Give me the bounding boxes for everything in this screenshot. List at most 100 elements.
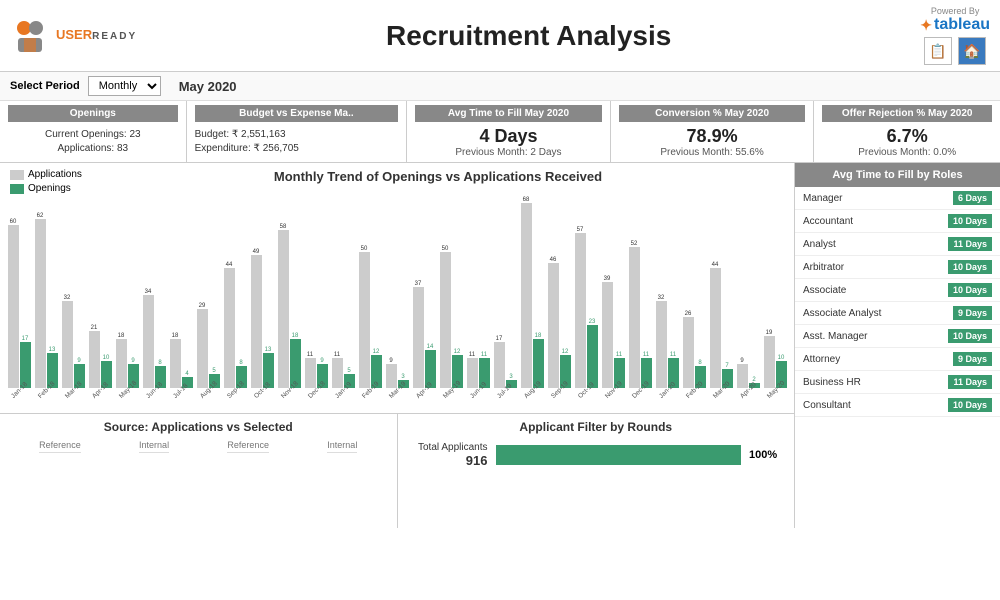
page-title: Recruitment Analysis — [137, 20, 920, 52]
left-panel: Applications Openings Monthly Trend of O… — [0, 163, 795, 528]
bar-group: 44 8 Sep-18 — [222, 262, 248, 388]
legend-apps-box — [10, 170, 24, 180]
col-int1: Internal — [139, 440, 169, 453]
applicant-label: Total Applicants 916 — [408, 442, 488, 468]
bar-group: 26 8 Feb-20 — [681, 311, 707, 388]
role-row: Manager 6 Days — [795, 187, 1000, 210]
bar-group: 60 17 Jan-18 — [6, 219, 32, 388]
kpi-offer-rejection-title: Offer Rejection % May 2020 — [822, 105, 992, 122]
bar-group: 17 3 Jul-19 — [492, 336, 518, 388]
kpi-budget: Budget vs Expense Ma.. Budget: ₹ 2,551,1… — [187, 101, 408, 162]
header: USERREADY Recruitment Analysis Powered B… — [0, 0, 1000, 72]
home-icon[interactable]: 🏠 — [958, 37, 986, 65]
role-row: Attorney 9 Days — [795, 348, 1000, 371]
role-row: Consultant 10 Days — [795, 394, 1000, 417]
kpi-budget-val1: Budget: ₹ 2,551,163 — [195, 126, 399, 143]
powered-by-label: Powered By — [920, 6, 990, 16]
kpi-row: Openings Current Openings: 23 Applicatio… — [0, 101, 1000, 163]
role-row: Arbitrator 10 Days — [795, 256, 1000, 279]
bar-group: 49 13 Oct-18 — [249, 249, 275, 388]
chart-header: Applications Openings Monthly Trend of O… — [0, 163, 794, 196]
role-days-badge: 11 Days — [948, 375, 992, 389]
col-ref1: Reference — [39, 440, 81, 453]
bar-group: 46 12 Sep-19 — [546, 257, 572, 388]
applicant-row: Total Applicants 916 100% — [408, 442, 785, 468]
kpi-avg-time: Avg Time to Fill May 2020 4 Days Previou… — [407, 101, 611, 162]
bar-group: 50 12 Feb-19 — [357, 246, 383, 388]
kpi-conversion: Conversion % May 2020 78.9% Previous Mon… — [611, 101, 815, 162]
bottom-left-title: Source: Applications vs Selected — [10, 420, 387, 434]
role-name: Analyst — [803, 239, 836, 250]
col-int2: Internal — [327, 440, 357, 453]
header-icon-row[interactable]: 📋 🏠 — [920, 37, 990, 65]
role-name: Business HR — [803, 377, 861, 388]
bottom-right: Applicant Filter by Rounds Total Applica… — [398, 414, 795, 528]
role-days-badge: 10 Days — [948, 329, 992, 343]
chart-legend: Applications Openings — [10, 169, 82, 194]
kpi-budget-title: Budget vs Expense Ma.. — [195, 105, 399, 122]
kpi-openings-value: Current Openings: 23 — [8, 126, 178, 143]
bar-group: 29 5 Aug-18 — [195, 303, 221, 388]
bar-group: 37 14 Apr-19 — [411, 281, 437, 388]
bar-chart-area: 60 17 Jan-18 62 13 Feb-18 32 — [0, 196, 794, 413]
role-days-badge: 10 Days — [948, 398, 992, 412]
roles-title: Avg Time to Fill by Roles — [795, 163, 1000, 187]
chart-title: Monthly Trend of Openings vs Application… — [92, 169, 784, 184]
role-days-badge: 9 Days — [953, 352, 992, 366]
role-name: Asst. Manager — [803, 331, 867, 342]
role-days-badge: 6 Days — [953, 191, 992, 205]
role-days-badge: 10 Days — [948, 214, 992, 228]
bar-group: 32 11 Jan-20 — [654, 295, 680, 388]
filter-label: Select Period — [10, 80, 80, 92]
bar-group: 19 10 May-20 — [762, 330, 788, 388]
kpi-conversion-title: Conversion % May 2020 — [619, 105, 806, 122]
bar-group: 9 2 Apr-20 — [735, 358, 761, 388]
legend-open-box — [10, 184, 24, 194]
bar-group: 57 23 Oct-19 — [573, 227, 599, 388]
role-name: Consultant — [803, 400, 851, 411]
kpi-budget-val2: Expenditure: ₹ 256,705 — [195, 143, 399, 154]
role-days-badge: 10 Days — [948, 260, 992, 274]
bottom-right-title: Applicant Filter by Rounds — [408, 420, 785, 434]
bar-chart: 60 17 Jan-18 62 13 Feb-18 32 — [6, 196, 788, 406]
bar-group: 9 3 Mar-19 — [384, 358, 410, 388]
bar-group: 52 11 Dec-19 — [627, 241, 653, 388]
clipboard-icon[interactable]: 📋 — [924, 37, 952, 65]
period-select[interactable]: Monthly Weekly Yearly — [88, 76, 161, 96]
legend-applications: Applications — [10, 169, 82, 180]
role-row: Associate 10 Days — [795, 279, 1000, 302]
col-ref2: Reference — [227, 440, 269, 453]
kpi-offer-rejection: Offer Rejection % May 2020 6.7% Previous… — [814, 101, 1000, 162]
bottom-section: Source: Applications vs Selected Referen… — [0, 413, 794, 528]
role-days-badge: 11 Days — [948, 237, 992, 251]
bar-group: 32 9 Mar-18 — [60, 295, 86, 388]
logo-text: USERREADY — [56, 28, 137, 42]
role-name: Arbitrator — [803, 262, 844, 273]
role-row: Business HR 11 Days — [795, 371, 1000, 394]
kpi-conversion-sub: Previous Month: 55.6% — [619, 147, 806, 158]
bar-group: 39 11 Nov-19 — [600, 276, 626, 388]
logo-area: USERREADY — [10, 16, 137, 56]
role-row: Asst. Manager 10 Days — [795, 325, 1000, 348]
role-row: Associate Analyst 9 Days — [795, 302, 1000, 325]
role-days-badge: 10 Days — [948, 283, 992, 297]
bar-group: 11 9 Dec-18 — [303, 352, 329, 388]
applicant-pct: 100% — [749, 449, 784, 461]
role-row: Accountant 10 Days — [795, 210, 1000, 233]
role-name: Accountant — [803, 216, 853, 227]
kpi-openings-title: Openings — [8, 105, 178, 122]
applicant-bar-fill — [496, 445, 742, 465]
bar-group: 11 5 Jan-19 — [330, 352, 356, 388]
logo-icon — [10, 16, 50, 56]
kpi-openings-apps: Applications: 83 — [8, 143, 178, 154]
applicant-bar-bg — [496, 445, 742, 465]
kpi-avg-time-title: Avg Time to Fill May 2020 — [415, 105, 602, 122]
bar-group: 21 10 Apr-18 — [87, 325, 113, 388]
kpi-openings: Openings Current Openings: 23 Applicatio… — [0, 101, 187, 162]
role-name: Attorney — [803, 354, 840, 365]
role-days-badge: 9 Days — [953, 306, 992, 320]
roles-list: Manager 6 Days Accountant 10 Days Analys… — [795, 187, 1000, 528]
right-panel: Avg Time to Fill by Roles Manager 6 Days… — [795, 163, 1000, 528]
bar-group: 68 18 Aug-19 — [519, 197, 545, 388]
role-name: Manager — [803, 193, 842, 204]
